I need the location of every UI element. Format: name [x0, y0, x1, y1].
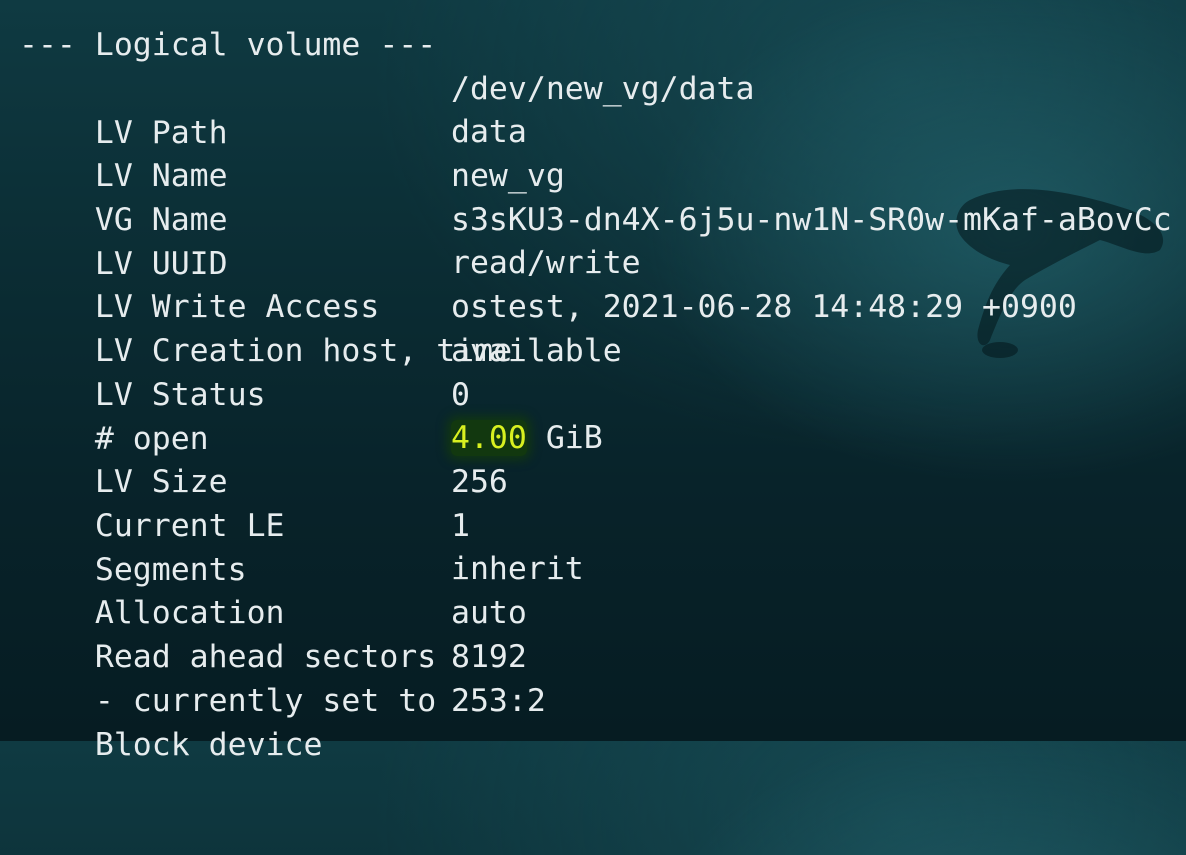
row-value: /dev/new_vg/data [451, 71, 755, 107]
row-currently-set: - currently set to 8192 [19, 635, 527, 719]
row-lv-name: LV Name data [19, 110, 527, 194]
row-value: ostest, 2021-06-28 14:48:29 +0900 [451, 289, 1077, 325]
row-segments: Segments 1 [19, 504, 470, 588]
highlighted-size-value: 4.00 [451, 420, 527, 456]
section-header: --- Logical volume --- [19, 27, 437, 63]
terminal-window[interactable]: --- Logical volume --- LV Path /dev/new_… [0, 0, 1186, 763]
row-lv-status: LV Status available [19, 329, 622, 413]
row-lv-path: LV Path /dev/new_vg/data [19, 67, 755, 151]
row-value: available [451, 333, 622, 369]
row-lv-write-access: LV Write Access read/write [19, 241, 641, 325]
row-value: data [451, 114, 527, 150]
row-lv-size: LV Size 4.00 GiB [19, 416, 603, 500]
row-allocation: Allocation inherit [19, 547, 584, 631]
size-unit: GiB [526, 420, 603, 456]
row-current-le: Current LE 256 [19, 460, 508, 544]
row-value: 1 [451, 508, 470, 544]
row-value: read/write [451, 245, 641, 281]
row-open: # open 0 [19, 373, 470, 457]
row-value: 0 [451, 377, 470, 413]
row-value: 256 [451, 464, 508, 500]
row-lv-uuid: LV UUID s3sKU3-dn4X-6j5u-nw1N-SR0w-mKaf-… [19, 198, 1172, 282]
row-value: 8192 [451, 639, 527, 675]
row-vg-name: VG Name new_vg [19, 154, 565, 238]
row-value: s3sKU3-dn4X-6j5u-nw1N-SR0w-mKaf-aBovCc [451, 202, 1172, 238]
row-key: Block device [94, 727, 323, 763]
row-value: auto [451, 595, 527, 631]
row-read-ahead: Read ahead sectors auto [19, 591, 527, 675]
row-lv-creation: LV Creation host, time ostest, 2021-06-2… [19, 285, 1077, 369]
row-value: 4.00 GiB [451, 416, 603, 460]
row-block-device: Block device 253:2 [19, 679, 546, 763]
row-value: 253:2 [451, 683, 546, 719]
row-value: new_vg [451, 158, 565, 194]
row-value: inherit [451, 551, 584, 587]
